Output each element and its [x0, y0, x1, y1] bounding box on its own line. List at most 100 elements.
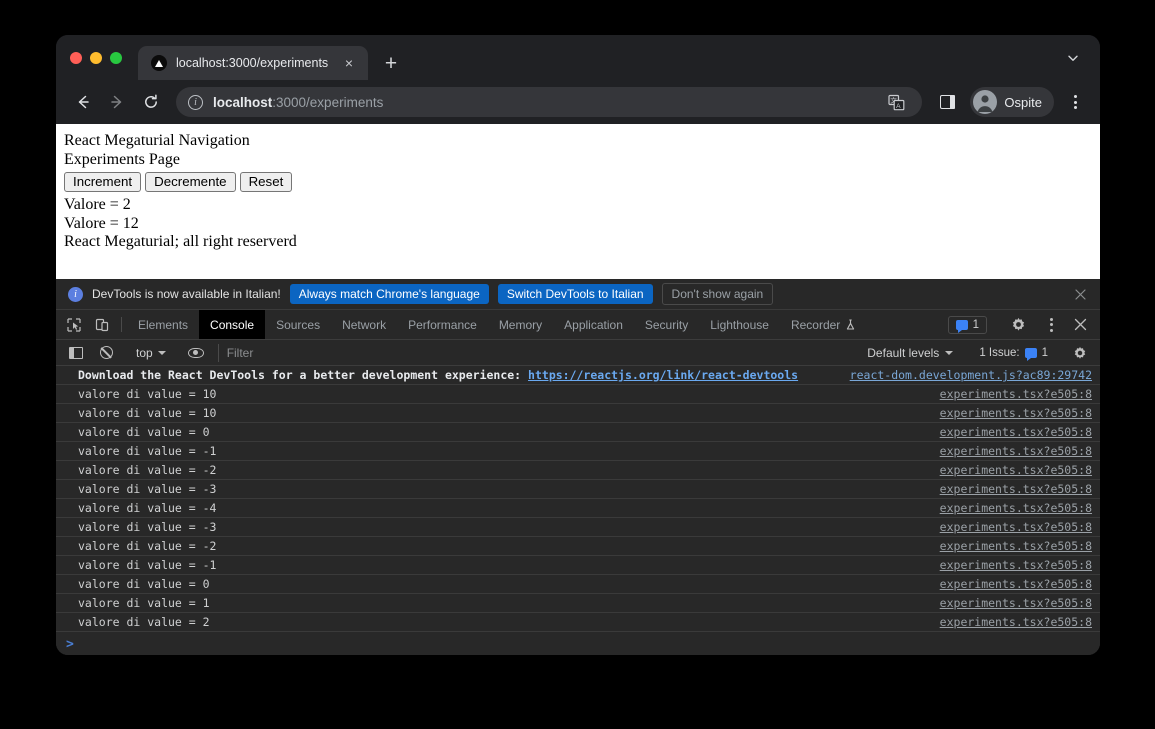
close-window-button[interactable]	[70, 51, 82, 64]
reload-button[interactable]	[136, 87, 166, 117]
console-message-source[interactable]: experiments.tsx?e505:8	[920, 501, 1092, 516]
console-message-source[interactable]: experiments.tsx?e505:8	[920, 558, 1092, 573]
console-message-row[interactable]: valore di value = 0 experiments.tsx?e505…	[56, 423, 1100, 442]
chevron-down-icon[interactable]	[1060, 45, 1086, 71]
console-message-source[interactable]: experiments.tsx?e505:8	[920, 482, 1092, 497]
side-panel-button[interactable]	[932, 87, 962, 117]
decrement-button[interactable]: Decremente	[145, 172, 236, 192]
back-button[interactable]	[68, 87, 98, 117]
devtools-tab-elements[interactable]: Elements	[127, 310, 199, 339]
switch-to-italian-button[interactable]: Switch DevTools to Italian	[497, 284, 653, 304]
minimize-window-button[interactable]	[90, 51, 102, 64]
devtools-more-icon[interactable]	[1038, 312, 1064, 338]
devtools-tab-performance[interactable]: Performance	[397, 310, 488, 339]
console-message-row[interactable]: valore di value = -1 experiments.tsx?e50…	[56, 442, 1100, 461]
always-match-language-button[interactable]: Always match Chrome's language	[289, 284, 489, 304]
devtools-tab-bar-right: 1	[947, 310, 1100, 339]
devtools-tab-memory[interactable]: Memory	[488, 310, 553, 339]
tab-strip: localhost:3000/experiments × +	[56, 35, 1100, 80]
console-message-row[interactable]: valore di value = -2 experiments.tsx?e50…	[56, 537, 1100, 556]
new-tab-button[interactable]: +	[376, 48, 406, 78]
console-prompt-icon: >	[66, 637, 74, 652]
log-levels-selector[interactable]: Default levels	[859, 346, 961, 360]
devtools-tab-application[interactable]: Application	[553, 310, 634, 339]
console-input-prompt[interactable]: >	[56, 632, 1100, 655]
console-message-row[interactable]: valore di value = 1 experiments.tsx?e505…	[56, 594, 1100, 613]
console-message-source[interactable]: experiments.tsx?e505:8	[920, 596, 1092, 611]
browser-tab[interactable]: localhost:3000/experiments ×	[138, 46, 368, 80]
devtools-tab-sources[interactable]: Sources	[265, 310, 331, 339]
console-sidebar-icon[interactable]	[62, 346, 90, 359]
close-tab-icon[interactable]: ×	[340, 54, 358, 72]
console-issues-label: 1 Issue:	[979, 346, 1020, 359]
console-message-row[interactable]: valore di value = -3 experiments.tsx?e50…	[56, 480, 1100, 499]
console-message-row[interactable]: valore di value = -2 experiments.tsx?e50…	[56, 461, 1100, 480]
device-toolbar-icon[interactable]	[88, 310, 116, 339]
issues-chip[interactable]: 1	[947, 315, 987, 334]
devtools-tab-recorder[interactable]: Recorder	[780, 310, 867, 339]
console-message-row[interactable]: valore di value = 10 experiments.tsx?e50…	[56, 385, 1100, 404]
console-message-row[interactable]: valore di value = -4 experiments.tsx?e50…	[56, 499, 1100, 518]
console-message-row[interactable]: valore di value = 2 experiments.tsx?e505…	[56, 613, 1100, 632]
console-message-row[interactable]: valore di value = 10 experiments.tsx?e50…	[56, 404, 1100, 423]
console-message-row[interactable]: valore di value = 0 experiments.tsx?e505…	[56, 575, 1100, 594]
issue-message-icon	[955, 319, 968, 333]
close-banner-icon[interactable]	[1070, 284, 1090, 304]
dont-show-again-button[interactable]: Don't show again	[661, 283, 774, 305]
site-info-icon[interactable]: i	[188, 94, 203, 110]
console-message-source[interactable]: experiments.tsx?e505:8	[920, 444, 1092, 459]
console-message-row[interactable]: valore di value = -1 experiments.tsx?e50…	[56, 556, 1100, 575]
banner-message: DevTools is now available in Italian!	[92, 287, 281, 301]
console-message-row[interactable]: Download the React DevTools for a better…	[56, 366, 1100, 385]
console-message-text: valore di value = -2	[78, 463, 217, 477]
devtools-tab-lighthouse[interactable]: Lighthouse	[699, 310, 780, 339]
browser-menu-icon[interactable]	[1062, 89, 1088, 115]
devtools-tab-console[interactable]: Console	[199, 310, 266, 339]
clear-console-icon[interactable]	[92, 346, 120, 359]
console-message-source[interactable]: experiments.tsx?e505:8	[920, 577, 1092, 592]
devtools-close-icon[interactable]	[1066, 318, 1094, 331]
reset-button[interactable]: Reset	[239, 172, 293, 192]
tab-title: localhost:3000/experiments	[176, 56, 329, 70]
console-message-source[interactable]: experiments.tsx?e505:8	[920, 539, 1092, 554]
address-bar[interactable]: i localhost:3000/experiments 文 A	[176, 87, 923, 117]
console-issues-chip[interactable]: 1 Issue: 1	[972, 345, 1055, 361]
devtools-tab-recorder-label: Recorder	[790, 317, 841, 332]
console-message-text: valore di value = 10	[78, 406, 217, 420]
devtools-tab-security[interactable]: Security	[634, 310, 699, 339]
devtools-tab-network[interactable]: Network	[331, 310, 397, 339]
execution-context-selector[interactable]: top	[131, 346, 171, 360]
forward-button[interactable]	[102, 87, 132, 117]
increment-button[interactable]: Increment	[64, 172, 142, 192]
url-path: :3000/experiments	[272, 94, 384, 110]
profile-button[interactable]: Ospite	[970, 87, 1054, 117]
console-message-source[interactable]: react-dom.development.js?ac89:29742	[830, 368, 1092, 383]
page-title: React Megaturial Navigation	[64, 132, 250, 149]
execution-context-label: top	[136, 345, 153, 360]
console-message-text: valore di value = -2	[78, 539, 217, 553]
inspect-cursor-icon[interactable]	[60, 310, 88, 339]
console-message-source[interactable]: experiments.tsx?e505:8	[920, 425, 1092, 440]
console-message-text: valore di value = 10	[78, 387, 217, 401]
console-message-source[interactable]: experiments.tsx?e505:8	[920, 463, 1092, 478]
devtools-settings-icon[interactable]	[1004, 317, 1032, 332]
issues-count: 1	[972, 318, 979, 331]
issue-message-icon	[1024, 347, 1037, 361]
console-message-link[interactable]: https://reactjs.org/link/react-devtools	[528, 368, 798, 383]
console-filter-input[interactable]: Filter	[217, 343, 852, 362]
console-message-source[interactable]: experiments.tsx?e505:8	[920, 615, 1092, 630]
translate-icon[interactable]: 文 A	[882, 88, 910, 116]
console-message-list[interactable]: Download the React DevTools for a better…	[56, 366, 1100, 655]
info-icon: i	[68, 286, 83, 302]
live-expression-eye-icon[interactable]	[182, 347, 210, 358]
console-settings-icon[interactable]	[1066, 346, 1094, 360]
page-subtitle: Experiments Page	[64, 150, 180, 168]
console-message-source[interactable]: experiments.tsx?e505:8	[920, 406, 1092, 421]
console-message-row[interactable]: valore di value = -3 experiments.tsx?e50…	[56, 518, 1100, 537]
console-message-source[interactable]: experiments.tsx?e505:8	[920, 520, 1092, 535]
maximize-window-button[interactable]	[110, 51, 122, 64]
value-line-2: Valore = 12	[64, 214, 139, 232]
console-message-source[interactable]: experiments.tsx?e505:8	[920, 387, 1092, 402]
experiment-flask-icon	[847, 318, 855, 330]
log-levels-label: Default levels	[867, 345, 940, 360]
